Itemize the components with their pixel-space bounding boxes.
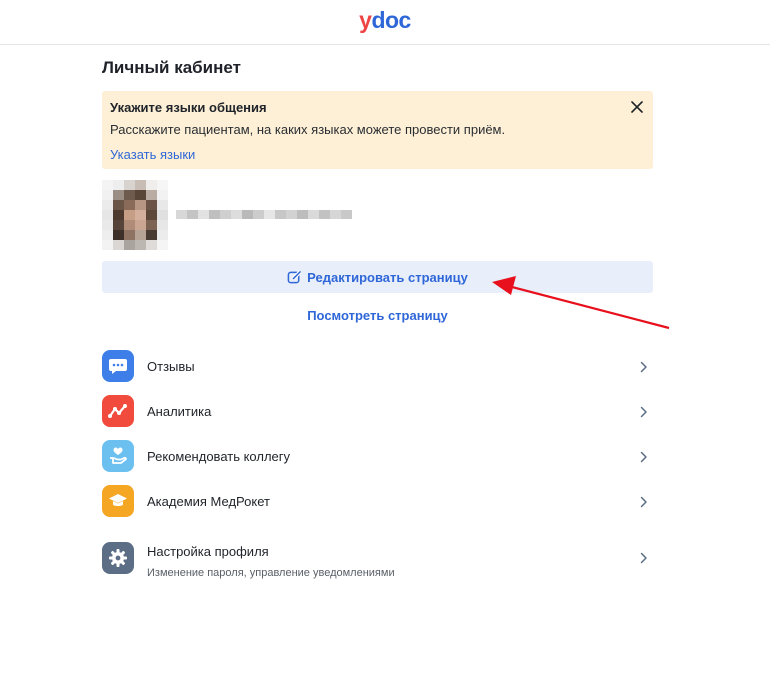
- chevron-right-icon: [640, 451, 647, 463]
- menu-label-recommend-colleague: Рекомендовать коллегу: [147, 449, 291, 464]
- menu-item-analytics[interactable]: Аналитика: [102, 395, 653, 429]
- doctor-name-blurred: [176, 210, 352, 219]
- gear-icon: [102, 542, 134, 574]
- menu-item-reviews[interactable]: Отзывы: [102, 350, 653, 384]
- languages-notice: Укажите языки общения Расскажите пациент…: [102, 91, 653, 169]
- chevron-right-icon: [640, 361, 647, 373]
- menu-item-profile-settings[interactable]: Настройка профиля Изменение пароля, упра…: [102, 542, 653, 579]
- menu-label-profile-settings: Настройка профиля: [147, 544, 269, 559]
- menu-item-recommend-colleague[interactable]: Рекомендовать коллегу: [102, 440, 653, 474]
- menu-label-analytics: Аналитика: [147, 404, 212, 419]
- page-title: Личный кабинет: [102, 58, 241, 77]
- logo-text: doc: [371, 7, 411, 33]
- avatar: [102, 180, 168, 250]
- chat-bubble-icon: [102, 350, 134, 382]
- ydoc-logo[interactable]: ydoc: [0, 7, 770, 34]
- chevron-right-icon: [640, 496, 647, 508]
- close-icon[interactable]: [630, 100, 644, 114]
- graduation-cap-icon: [102, 485, 134, 517]
- notice-text: Расскажите пациентам, на каких языках мо…: [110, 122, 506, 137]
- menu-label-academy: Академия МедРокет: [147, 494, 270, 509]
- specify-languages-link[interactable]: Указать языки: [110, 147, 195, 162]
- edit-icon: [287, 270, 302, 283]
- annotation-arrow-icon: [492, 276, 670, 330]
- chevron-right-icon: [640, 406, 647, 418]
- menu-sublabel-profile-settings: Изменение пароля, управление уведомления…: [147, 567, 395, 579]
- heart-hand-icon: [102, 440, 134, 472]
- logo-letter: y: [359, 7, 372, 33]
- chevron-right-icon: [640, 552, 647, 564]
- top-bar: ydoc: [0, 0, 770, 45]
- menu-label-reviews: Отзывы: [147, 359, 195, 374]
- edit-page-label: Редактировать страницу: [307, 269, 468, 285]
- analytics-icon: [102, 395, 134, 427]
- menu-item-academy[interactable]: Академия МедРокет: [102, 485, 653, 519]
- notice-title: Укажите языки общения: [110, 100, 267, 115]
